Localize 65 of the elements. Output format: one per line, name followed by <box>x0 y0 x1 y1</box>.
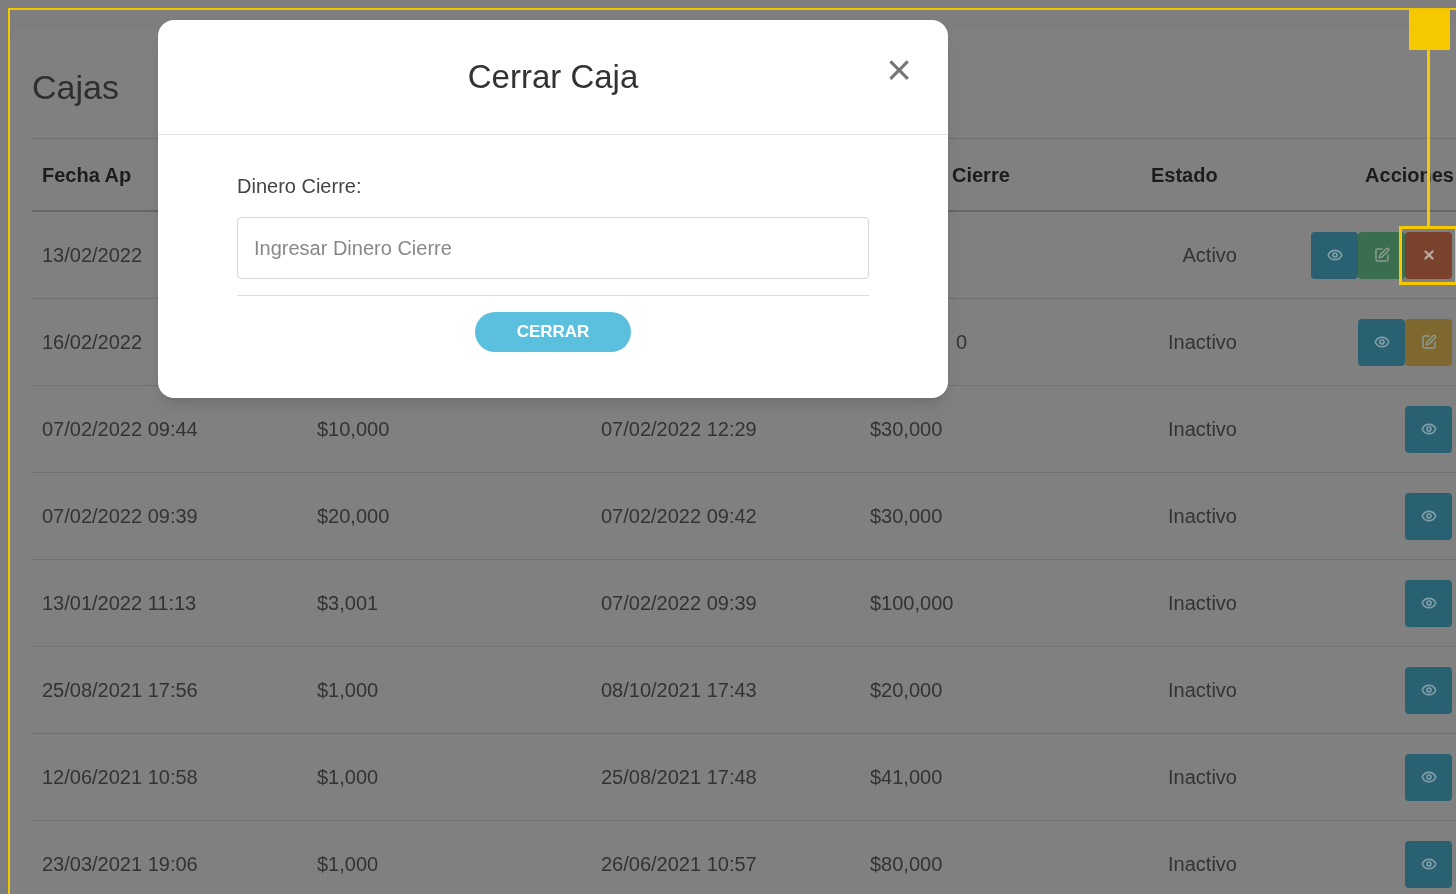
action-button[interactable] <box>1405 666 1452 714</box>
close-button[interactable]: × <box>886 48 912 92</box>
close-icon <box>1421 248 1436 262</box>
table-cell: 25/08/2021 17:56 <box>42 679 198 701</box>
column-header: Estado <box>1151 163 1218 186</box>
table-cell: $80,000 <box>870 853 943 875</box>
table-cell: $100,000 <box>870 592 954 614</box>
table-cell: $10,000 <box>317 418 390 440</box>
table-cell: Inactivo <box>1168 592 1237 614</box>
action-button[interactable] <box>1405 753 1452 801</box>
eye-icon <box>1420 421 1437 437</box>
eye-icon <box>1326 247 1343 263</box>
page-title: Cajas <box>32 70 119 104</box>
column-header: Cierre <box>952 163 1010 186</box>
action-button[interactable] <box>1405 840 1452 888</box>
table-cell: Inactivo <box>1168 418 1237 440</box>
table-cell: 25/08/2021 17:48 <box>601 766 757 788</box>
table-cell: $30,000 <box>870 418 943 440</box>
table-cell: 26/06/2021 10:57 <box>601 853 757 875</box>
action-button[interactable] <box>1358 318 1405 366</box>
table-cell: 0 <box>956 331 968 353</box>
action-button[interactable] <box>1358 231 1405 279</box>
eye-icon <box>1373 334 1390 350</box>
table-cell: $30,000 <box>870 505 943 527</box>
action-button[interactable] <box>1405 579 1452 627</box>
table-cell: $3,001 <box>317 592 379 614</box>
edit-icon <box>1373 247 1390 263</box>
table-cell: Inactivo <box>1168 679 1237 701</box>
eye-icon <box>1420 769 1437 785</box>
table-cell: 08/10/2021 17:43 <box>601 679 757 701</box>
table-cell: 07/02/2022 09:44 <box>42 418 198 440</box>
table-cell: 07/02/2022 09:42 <box>601 505 757 527</box>
edit-icon <box>1420 334 1437 350</box>
table-cell: $1,000 <box>317 679 379 701</box>
action-button[interactable] <box>1311 231 1358 279</box>
table-cell: Inactivo <box>1168 331 1237 353</box>
column-header: Fecha Ap <box>42 163 132 186</box>
table-cell: 13/02/2022 <box>42 244 143 266</box>
eye-icon <box>1420 508 1437 524</box>
modal-title: Cerrar Caja <box>467 57 639 98</box>
table-cell: 07/02/2022 09:39 <box>601 592 757 614</box>
table-cell: 16/02/2022 <box>42 331 143 353</box>
table-cell: 07/02/2022 12:29 <box>601 418 757 440</box>
action-button[interactable] <box>1405 231 1452 279</box>
table-cell: 13/01/2022 11:13 <box>42 592 197 614</box>
table-cell: $1,000 <box>317 853 379 875</box>
table-cell: Inactivo <box>1168 853 1237 875</box>
action-button[interactable] <box>1405 318 1452 366</box>
table-cell: $41,000 <box>870 766 943 788</box>
eye-icon <box>1420 682 1437 698</box>
table-cell: Activo <box>1182 244 1237 266</box>
action-button[interactable] <box>1405 405 1452 453</box>
action-button[interactable] <box>1405 492 1452 540</box>
table-cell: $20,000 <box>317 505 390 527</box>
eye-icon <box>1420 856 1437 872</box>
field-label: Dinero Cierre: <box>237 174 362 199</box>
table-cell: $20,000 <box>870 679 943 701</box>
table-cell: Inactivo <box>1168 766 1237 788</box>
table-cell: 12/06/2021 10:58 <box>42 766 198 788</box>
table-cell: Inactivo <box>1168 505 1237 527</box>
input-field[interactable]: Ingresar Dinero Cierre <box>237 217 869 279</box>
table-cell: 07/02/2022 09:39 <box>42 505 198 527</box>
table-cell: 23/03/2021 19:06 <box>42 853 198 875</box>
eye-icon <box>1420 595 1437 611</box>
table-cell: $1,000 <box>317 766 379 788</box>
